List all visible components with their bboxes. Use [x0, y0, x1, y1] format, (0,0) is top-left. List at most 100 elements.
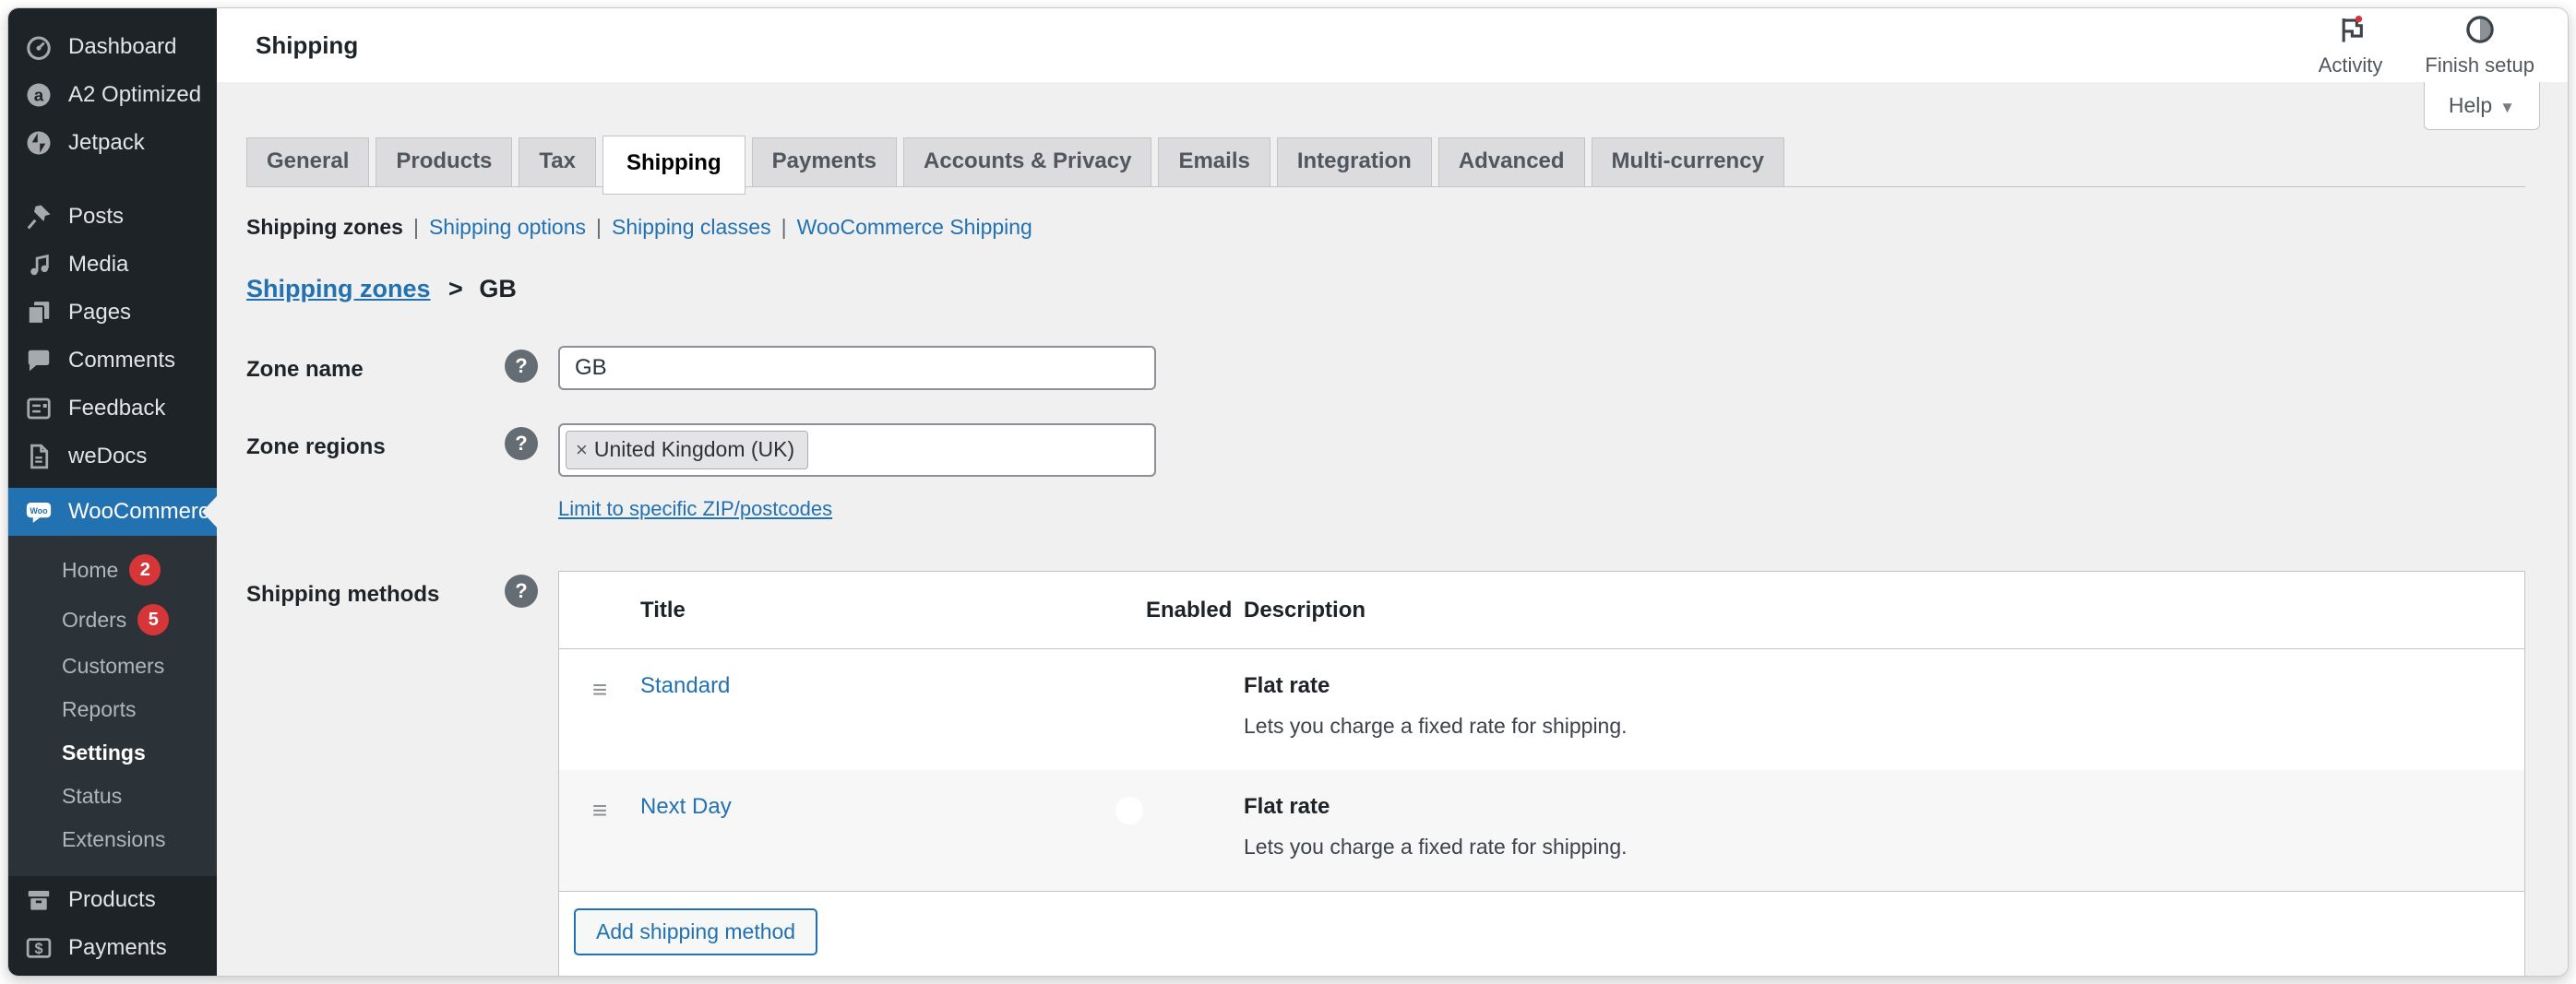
topbar: Shipping Activity Finish setup: [217, 8, 2568, 82]
a2-logo-icon: a: [25, 81, 53, 109]
zone-regions-select[interactable]: × United Kingdom (UK): [558, 423, 1156, 477]
drag-handle-icon[interactable]: ≡: [559, 794, 640, 860]
column-enabled: Enabled: [1146, 598, 1244, 623]
submenu-item-orders[interactable]: Orders 5: [8, 595, 217, 645]
media-icon: [25, 251, 53, 279]
pages-icon: [25, 299, 53, 326]
svg-text:a: a: [34, 85, 44, 104]
sidebar-item-a2-optimized[interactable]: a A2 Optimized: [8, 71, 217, 119]
zone-regions-label: Zone regions: [246, 423, 505, 460]
table-header: Title Enabled Description: [559, 572, 2524, 649]
subnav-separator: |: [781, 215, 787, 240]
help-tip-icon[interactable]: ?: [505, 350, 538, 383]
method-standard-link[interactable]: Standard: [640, 673, 730, 698]
tab-general[interactable]: General: [246, 137, 369, 187]
submenu-item-home[interactable]: Home 2: [8, 545, 217, 595]
activity-button[interactable]: Activity: [2319, 14, 2383, 77]
subnav-separator: |: [413, 215, 419, 240]
document-icon: [25, 443, 53, 470]
sidebar-item-label: Payments: [68, 935, 167, 961]
breadcrumb: Shipping zones > GB: [246, 275, 2525, 303]
subnav-shipping-options[interactable]: Shipping options: [429, 215, 586, 240]
archive-box-icon: [25, 886, 53, 914]
settings-content: General Products Tax Shipping Payments A…: [217, 82, 2568, 976]
admin-sidebar: Dashboard a A2 Optimized Jetpack Posts M: [8, 8, 217, 976]
tab-products[interactable]: Products: [376, 137, 512, 187]
finish-setup-button[interactable]: Finish setup: [2425, 14, 2534, 77]
add-shipping-method-button[interactable]: Add shipping method: [574, 908, 817, 955]
submenu-item-customers[interactable]: Customers: [8, 645, 217, 688]
limit-postcodes-link[interactable]: Limit to specific ZIP/postcodes: [558, 497, 832, 521]
subnav-shipping-zones[interactable]: Shipping zones: [246, 215, 403, 240]
svg-text:Woo: Woo: [30, 506, 48, 516]
shipping-subnav: Shipping zones | Shipping options | Ship…: [246, 215, 2525, 240]
help-dropdown[interactable]: Help▼: [2424, 82, 2540, 130]
shipping-methods-table: Title Enabled Description ≡ Standard Fla…: [558, 571, 2525, 976]
dashboard-icon: [25, 33, 53, 61]
submenu-item-reports[interactable]: Reports: [8, 688, 217, 731]
submenu-item-extensions[interactable]: Extensions: [8, 818, 217, 861]
shipping-methods-label: Shipping methods: [246, 571, 505, 608]
sidebar-item-label: Feedback: [68, 396, 165, 421]
woocommerce-icon: Woo: [25, 498, 53, 526]
sidebar-item-label: Media: [68, 252, 128, 278]
breadcrumb-shipping-zones-link[interactable]: Shipping zones: [246, 275, 431, 302]
method-description: Lets you charge a fixed rate for shippin…: [1244, 835, 2524, 860]
pushpin-icon: [25, 203, 53, 231]
subnav-shipping-classes[interactable]: Shipping classes: [612, 215, 771, 240]
method-type: Flat rate: [1244, 794, 2524, 820]
main-area: Shipping Activity Finish setup Help▼: [217, 8, 2568, 976]
help-tip-icon[interactable]: ?: [505, 427, 538, 460]
form-icon: [25, 395, 53, 422]
tab-payments[interactable]: Payments: [752, 137, 897, 187]
tab-integration[interactable]: Integration: [1277, 137, 1432, 187]
zone-regions-field: × United Kingdom (UK) Limit to specific …: [558, 423, 1156, 521]
sidebar-item-woocommerce[interactable]: Woo WooCommerce: [8, 488, 217, 536]
sidebar-item-comments[interactable]: Comments: [8, 337, 217, 385]
zone-name-input[interactable]: [558, 346, 1156, 390]
tab-advanced[interactable]: Advanced: [1438, 137, 1585, 187]
activity-flag-icon: [2335, 14, 2367, 51]
notification-badge: 2: [129, 554, 161, 586]
method-description: Lets you charge a fixed rate for shippin…: [1244, 714, 2524, 739]
sidebar-item-label: WooCommerce: [68, 499, 221, 525]
sidebar-item-media[interactable]: Media: [8, 241, 217, 289]
tab-multi-currency[interactable]: Multi-currency: [1592, 137, 1784, 187]
zone-name-label: Zone name: [246, 346, 505, 383]
sidebar-item-products[interactable]: Products: [8, 876, 217, 924]
method-type: Flat rate: [1244, 673, 2524, 699]
sidebar-item-wedocs[interactable]: weDocs: [8, 433, 217, 480]
tab-shipping[interactable]: Shipping: [602, 136, 745, 195]
chevron-down-icon: ▼: [2499, 99, 2515, 116]
help-tip-icon[interactable]: ?: [505, 575, 538, 608]
sidebar-item-label: Comments: [68, 348, 175, 373]
sidebar-item-pages[interactable]: Pages: [8, 289, 217, 337]
app-window: Dashboard a A2 Optimized Jetpack Posts M: [7, 7, 2569, 977]
drag-handle-icon[interactable]: ≡: [559, 673, 640, 739]
table-row: ≡ Next Day Flat rate Lets you charge a f…: [559, 770, 2524, 891]
sidebar-item-analytics[interactable]: Analytics: [8, 972, 217, 977]
progress-circle-icon: [2464, 14, 2496, 51]
sidebar-item-payments[interactable]: $ Payments: [8, 924, 217, 972]
tab-tax[interactable]: Tax: [519, 137, 596, 187]
subnav-separator: |: [596, 215, 602, 240]
sidebar-item-jetpack[interactable]: Jetpack: [8, 119, 217, 167]
sidebar-item-feedback[interactable]: Feedback: [8, 385, 217, 433]
activity-label: Activity: [2319, 53, 2383, 77]
subnav-woocommerce-shipping[interactable]: WooCommerce Shipping: [797, 215, 1032, 240]
tab-emails[interactable]: Emails: [1158, 137, 1270, 187]
region-chip: × United Kingdom (UK): [566, 431, 808, 469]
sidebar-item-dashboard[interactable]: Dashboard: [8, 23, 217, 71]
zone-regions-row: Zone regions ? × United Kingdom (UK) Lim…: [246, 423, 2525, 521]
topbar-actions: Activity Finish setup: [2319, 14, 2534, 77]
current-menu-arrow-icon: [202, 496, 217, 528]
column-description: Description: [1244, 598, 2524, 623]
tab-accounts-privacy[interactable]: Accounts & Privacy: [903, 137, 1151, 187]
submenu-item-status[interactable]: Status: [8, 775, 217, 818]
column-title: Title: [640, 598, 1146, 623]
remove-region-icon[interactable]: ×: [576, 438, 588, 462]
settings-tabs: General Products Tax Shipping Payments A…: [246, 136, 2525, 187]
method-next-day-link[interactable]: Next Day: [640, 794, 732, 819]
submenu-item-settings[interactable]: Settings: [8, 731, 217, 775]
sidebar-item-posts[interactable]: Posts: [8, 193, 217, 241]
